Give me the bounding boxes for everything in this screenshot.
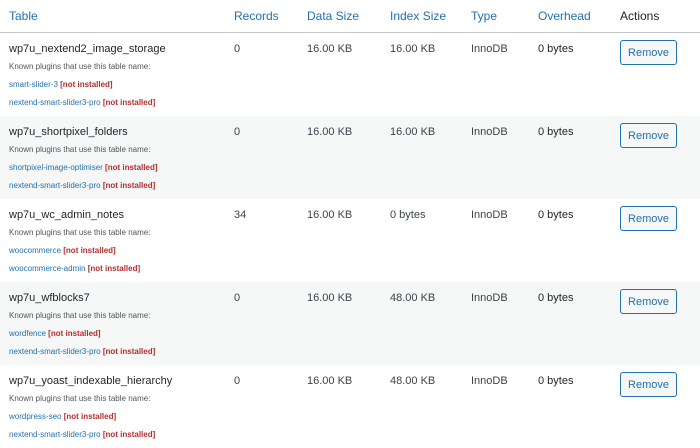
column-header-records[interactable]: Records xyxy=(234,9,279,23)
plugin-link[interactable]: nextend-smart-slider3-pro xyxy=(9,181,101,190)
data-size-value: 16.00 KB xyxy=(307,375,353,387)
plugin-entry: woocommerce-admin [not installed] xyxy=(9,264,140,273)
plugin-link[interactable]: nextend-smart-slider3-pro xyxy=(9,430,101,439)
plugin-entry: nextend-smart-slider3-pro [not installed… xyxy=(9,98,155,107)
known-plugins-label: Known plugins that use this table name: xyxy=(9,311,151,320)
type-value: InnoDB xyxy=(471,375,508,387)
plugin-link[interactable]: woocommerce-admin xyxy=(9,264,85,273)
type-value: InnoDB xyxy=(471,126,508,138)
plugin-entry: nextend-smart-slider3-pro [not installed… xyxy=(9,347,155,356)
database-tables-table: Table Records Data Size Index Size Type … xyxy=(0,0,700,448)
column-header-index-size[interactable]: Index Size xyxy=(390,9,446,23)
column-header-overhead[interactable]: Overhead xyxy=(538,9,591,23)
plugin-status: [not installed] xyxy=(105,163,158,172)
data-size-value: 16.00 KB xyxy=(307,209,353,221)
remove-button[interactable]: Remove xyxy=(620,206,677,231)
index-size-value: 0 bytes xyxy=(390,209,426,221)
overhead-value: 0 bytes xyxy=(538,292,574,304)
table-row: wp7u_wfblocks7 Known plugins that use thi… xyxy=(0,282,700,365)
plugin-status: [not installed] xyxy=(48,329,101,338)
plugin-link[interactable]: shortpixel-image-optimiser xyxy=(9,163,103,172)
known-plugins-label: Known plugins that use this table name: xyxy=(9,228,151,237)
remove-button[interactable]: Remove xyxy=(620,372,677,397)
plugin-entry: wordpress-seo [not installed] xyxy=(9,412,116,421)
plugin-status: [not installed] xyxy=(63,246,116,255)
plugin-entry: woocommerce [not installed] xyxy=(9,246,116,255)
table-row: wp7u_yoast_indexable_hierarchy Known plug… xyxy=(0,365,700,448)
table-row: wp7u_nextend2_image_storage Known plugins… xyxy=(0,33,700,116)
table-row: wp7u_shortpixel_folders Known plugins tha… xyxy=(0,116,700,199)
plugin-entry: wordfence [not installed] xyxy=(9,329,101,338)
plugin-entry: smart-slider-3 [not installed] xyxy=(9,80,113,89)
index-size-value: 16.00 KB xyxy=(390,43,436,55)
plugin-link[interactable]: nextend-smart-slider3-pro xyxy=(9,347,101,356)
known-plugins-label: Known plugins that use this table name: xyxy=(9,394,151,403)
type-value: InnoDB xyxy=(471,209,508,221)
plugin-status: [not installed] xyxy=(60,80,113,89)
plugin-entry: shortpixel-image-optimiser [not installe… xyxy=(9,163,158,172)
data-size-value: 16.00 KB xyxy=(307,43,353,55)
data-size-value: 16.00 KB xyxy=(307,292,353,304)
records-value: 0 xyxy=(234,43,241,55)
column-header-data-size[interactable]: Data Size xyxy=(307,9,359,23)
plugin-link[interactable]: smart-slider-3 xyxy=(9,80,58,89)
plugin-link[interactable]: nextend-smart-slider3-pro xyxy=(9,98,101,107)
plugin-entry: nextend-smart-slider3-pro [not installed… xyxy=(9,430,155,439)
table-name: wp7u_wfblocks7 xyxy=(9,292,90,304)
plugin-status: [not installed] xyxy=(63,412,117,421)
column-header-table[interactable]: Table xyxy=(9,9,38,23)
known-plugins-label: Known plugins that use this table name: xyxy=(9,145,151,154)
records-value: 34 xyxy=(234,209,247,221)
index-size-value: 48.00 KB xyxy=(390,375,436,387)
remove-button[interactable]: Remove xyxy=(620,289,677,314)
plugin-status: [not installed] xyxy=(102,98,156,107)
remove-button[interactable]: Remove xyxy=(620,123,677,148)
records-value: 0 xyxy=(234,292,241,304)
index-size-value: 48.00 KB xyxy=(390,292,436,304)
overhead-value: 0 bytes xyxy=(538,43,574,55)
table-header: Table Records Data Size Index Size Type … xyxy=(0,0,700,33)
plugin-status: [not installed] xyxy=(102,181,156,190)
overhead-value: 0 bytes xyxy=(538,375,574,387)
index-size-value: 16.00 KB xyxy=(390,126,436,138)
plugin-link[interactable]: wordpress-seo xyxy=(9,412,61,421)
column-header-actions: Actions xyxy=(620,9,660,23)
plugin-status: [not installed] xyxy=(87,264,141,273)
table-name: wp7u_yoast_indexable_hierarchy xyxy=(9,375,173,387)
plugin-link[interactable]: wordfence xyxy=(9,329,46,338)
data-size-value: 16.00 KB xyxy=(307,126,353,138)
table-name: wp7u_wc_admin_notes xyxy=(9,209,124,221)
plugin-entry: nextend-smart-slider3-pro [not installed… xyxy=(9,181,155,190)
plugin-status: [not installed] xyxy=(102,430,156,439)
plugin-link[interactable]: woocommerce xyxy=(9,246,61,255)
table-row: wp7u_wc_admin_notes Known plugins that us… xyxy=(0,199,700,282)
records-value: 0 xyxy=(234,126,241,138)
type-value: InnoDB xyxy=(471,43,508,55)
overhead-value: 0 bytes xyxy=(538,126,574,138)
type-value: InnoDB xyxy=(471,292,508,304)
table-body: wp7u_nextend2_image_storage Known plugins… xyxy=(0,33,700,448)
column-header-type[interactable]: Type xyxy=(471,9,497,23)
remove-button[interactable]: Remove xyxy=(620,40,677,65)
overhead-value: 0 bytes xyxy=(538,209,574,221)
plugin-status: [not installed] xyxy=(102,347,156,356)
table-name: wp7u_shortpixel_folders xyxy=(9,126,128,138)
table-name: wp7u_nextend2_image_storage xyxy=(9,43,166,55)
known-plugins-label: Known plugins that use this table name: xyxy=(9,62,151,71)
records-value: 0 xyxy=(234,375,241,387)
